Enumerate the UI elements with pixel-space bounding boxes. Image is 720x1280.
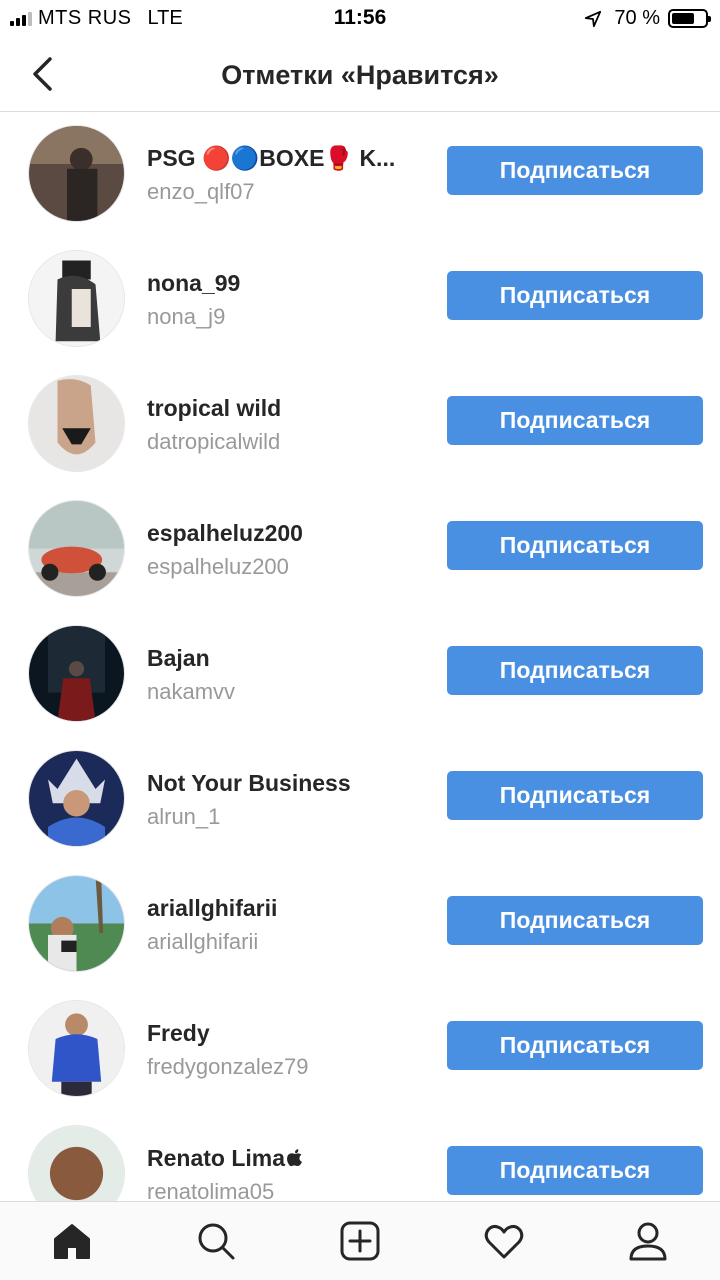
tab-search[interactable]	[144, 1202, 288, 1280]
user-name[interactable]: Fredy	[147, 1020, 210, 1047]
follow-button[interactable]: Подписаться	[447, 1021, 703, 1070]
tab-bar	[0, 1201, 720, 1280]
list-item[interactable]: Bajan nakamvv Подписаться	[0, 613, 720, 738]
list-item[interactable]: Renato Lima renatolima05 Подписаться	[0, 1113, 720, 1201]
apple-icon	[287, 1149, 303, 1167]
user-handle: fredygonzalez79	[147, 1054, 309, 1079]
follow-button[interactable]: Подписаться	[447, 1146, 703, 1195]
battery-icon	[668, 9, 711, 28]
follow-button[interactable]: Подписаться	[447, 896, 703, 945]
list-item[interactable]: tropical wild datropicalwild Подписаться	[0, 363, 720, 488]
user-name[interactable]: nona_99	[147, 270, 240, 297]
follow-button[interactable]: Подписаться	[447, 771, 703, 820]
list-item[interactable]: nona_99 nona_j9 Подписаться	[0, 238, 720, 363]
tab-activity[interactable]	[432, 1202, 576, 1280]
battery-fill	[672, 13, 695, 24]
user-handle: nona_j9	[147, 304, 226, 329]
tab-profile[interactable]	[576, 1202, 720, 1280]
user-handle: espalheluz200	[147, 554, 289, 579]
list-item[interactable]: Not Your Business alrun_1 Подписаться	[0, 738, 720, 863]
user-name[interactable]: ariallghifarii	[147, 895, 277, 922]
search-icon	[198, 1223, 235, 1260]
battery-percent: 70 %	[614, 7, 660, 29]
location-arrow-icon	[585, 10, 602, 27]
add-post-icon	[340, 1221, 380, 1261]
list-item[interactable]: Fredy fredygonzalez79 Подписаться	[0, 988, 720, 1113]
list-item[interactable]: ariallghifarii ariallghifarii Подписатьс…	[0, 863, 720, 988]
likes-list[interactable]: PSG 🔴🔵BOXE🥊 K... enzo_qlf07 Подписаться …	[0, 113, 720, 1201]
user-name[interactable]: Not Your Business	[147, 770, 351, 797]
user-name[interactable]: Bajan	[147, 645, 210, 672]
profile-icon	[629, 1222, 667, 1261]
user-name-text: Renato Lima	[147, 1145, 286, 1171]
avatar[interactable]	[28, 375, 125, 472]
user-handle: enzo_qlf07	[147, 179, 255, 204]
home-icon	[54, 1224, 90, 1259]
follow-button[interactable]: Подписаться	[447, 521, 703, 570]
avatar[interactable]	[28, 250, 125, 347]
follow-button[interactable]: Подписаться	[447, 396, 703, 445]
heart-icon	[484, 1224, 524, 1259]
avatar[interactable]	[28, 500, 125, 597]
follow-button[interactable]: Подписаться	[447, 646, 703, 695]
user-handle: ariallghifarii	[147, 929, 259, 954]
status-bar: MTS RUS LTE 11:56 70 %	[0, 0, 720, 40]
user-name[interactable]: espalheluz200	[147, 520, 303, 547]
page-title: Отметки «Нравится»	[221, 60, 499, 90]
user-handle: nakamvv	[147, 679, 236, 704]
avatar[interactable]	[28, 750, 125, 847]
status-right: 70 %	[584, 7, 711, 30]
follow-button[interactable]: Подписаться	[447, 271, 703, 320]
user-handle: renatolima05	[147, 1179, 275, 1201]
user-name[interactable]: Renato Lima	[147, 1145, 304, 1172]
avatar[interactable]	[28, 1000, 125, 1097]
avatar[interactable]	[28, 875, 125, 972]
user-handle: alrun_1	[147, 804, 221, 829]
list-item[interactable]: PSG 🔴🔵BOXE🥊 K... enzo_qlf07 Подписаться	[0, 113, 720, 238]
avatar[interactable]	[28, 125, 125, 222]
tab-add[interactable]	[288, 1202, 432, 1280]
avatar[interactable]	[28, 625, 125, 722]
user-handle: datropicalwild	[147, 429, 281, 454]
user-name[interactable]: PSG 🔴🔵BOXE🥊 K...	[147, 145, 395, 172]
header: Отметки «Нравится»	[0, 40, 720, 112]
user-name[interactable]: tropical wild	[147, 395, 281, 422]
list-item[interactable]: espalheluz200 espalheluz200 Подписаться	[0, 488, 720, 613]
avatar[interactable]	[28, 1125, 125, 1201]
follow-button[interactable]: Подписаться	[447, 146, 703, 195]
tab-home[interactable]	[0, 1202, 144, 1280]
